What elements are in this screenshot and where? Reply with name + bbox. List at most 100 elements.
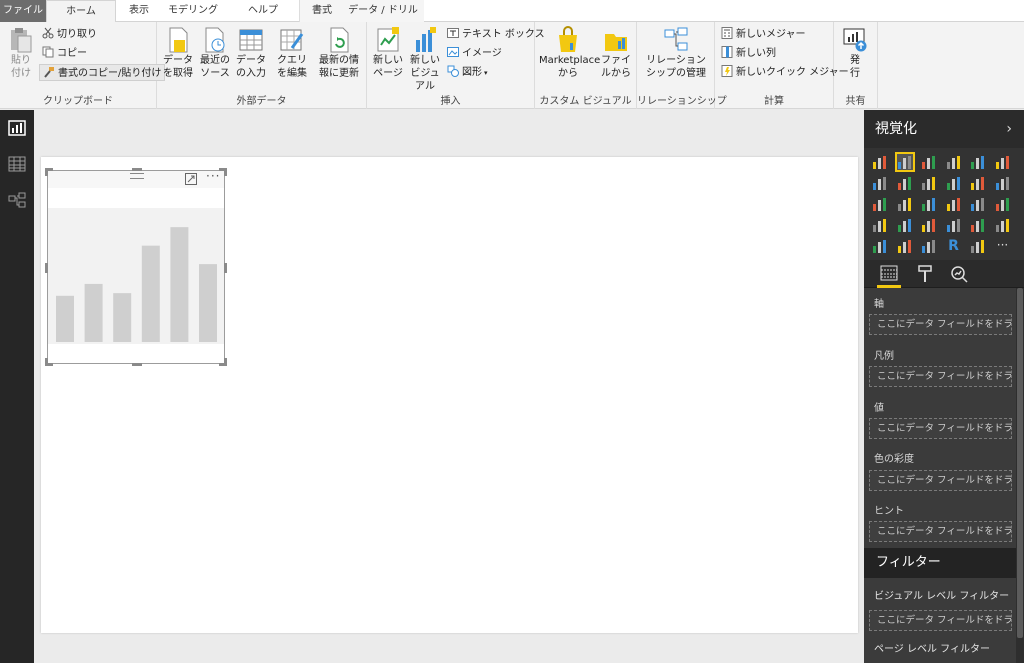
shapes-button[interactable]: 図形 ▾ [447,64,488,81]
tab-modeling[interactable]: モデリング [162,0,224,22]
new-quick-measure-button[interactable]: 新しいクイック メジャー [721,64,849,81]
placeholder-column-chart-visual[interactable]: ··· [45,168,227,366]
report-page[interactable]: ··· [41,157,858,633]
collapse-pane-icon[interactable]: › [1006,110,1012,148]
analytics-magnifier-icon[interactable] [950,265,968,286]
edit-queries-button[interactable]: クエリを編集 [274,26,310,80]
table-visual-icon[interactable] [897,238,913,254]
cut-label: 切り取り [57,29,97,40]
ribbon-chart-icon[interactable] [995,175,1011,191]
pane-scrollbar[interactable] [1016,288,1024,663]
filters-pane: ビジュアル レベル フィルター ここにデータ フィールドをドラッグ... ページ… [864,578,1016,663]
new-page-button[interactable]: 新しいページ [370,26,406,80]
kpi-icon[interactable] [995,217,1011,233]
cut-button[interactable]: 切り取り [42,26,97,43]
map-icon[interactable] [995,196,1011,212]
multi-row-card-icon[interactable] [970,217,986,233]
new-page-icon [376,26,400,52]
pie-chart-icon[interactable] [921,196,937,212]
fields-tab-icon[interactable] [880,265,898,284]
scatter-chart-icon[interactable] [897,196,913,212]
focus-mode-icon[interactable] [185,173,197,188]
resize-handle-tl-v[interactable] [45,168,48,176]
group-share: 発行 共有 [834,22,878,109]
waterfall-chart-icon[interactable] [872,196,888,212]
visual-level-filter-drop-zone[interactable]: ここにデータ フィールドをドラッグ... [869,610,1012,631]
paste-button[interactable]: 貼り付け [6,26,36,80]
resize-handle-bottom[interactable] [132,363,142,366]
report-canvas-area: ··· [34,110,864,663]
relationships-view-icon[interactable] [8,192,26,208]
100pct-bar-chart-icon[interactable] [970,154,986,170]
axis-drop-zone[interactable]: ここにデータ フィールドをドラッグ... [869,314,1012,335]
resize-handle-tr-v[interactable] [224,168,227,176]
quick-measure-icon [721,65,733,77]
resize-handle-left[interactable] [45,263,48,273]
slicer-icon[interactable] [872,238,888,254]
resize-handle-right[interactable] [224,263,227,273]
stacked-bar-chart-icon[interactable] [872,154,888,170]
card-icon[interactable] [946,217,962,233]
treemap-icon[interactable] [970,196,986,212]
copy-button[interactable]: コピー [42,45,87,62]
recent-sources-button[interactable]: 最近のソース [197,26,233,80]
drag-grip-icon[interactable] [130,173,144,179]
clustered-column-chart-icon[interactable] [894,152,915,172]
tooltips-drop-zone[interactable]: ここにデータ フィールドをドラッグ... [869,521,1012,542]
stacked-column-chart-icon[interactable] [946,154,962,170]
new-measure-button[interactable]: 新しいメジャー [721,26,806,43]
tab-file[interactable]: ファイル [0,0,46,22]
data-view-icon[interactable] [8,156,26,172]
values-drop-zone[interactable]: ここにデータ フィールドをドラッグ... [869,418,1012,439]
stacked-area-chart-icon[interactable] [921,175,937,191]
tab-help[interactable]: ヘルプ [236,0,290,22]
from-file-button[interactable]: ファイルから [601,26,631,80]
get-data-button[interactable]: データを取得 [160,26,196,80]
tab-view[interactable]: 表示 [116,0,162,22]
line-clustered-column-chart-icon[interactable] [970,175,986,191]
tab-data-drill[interactable]: データ / ドリル [346,0,420,22]
funnel-icon[interactable] [897,217,913,233]
resize-handle-br-v[interactable] [224,358,227,366]
clustered-bar-chart-icon[interactable] [921,154,937,170]
r-script-visual-icon[interactable]: R [946,238,962,254]
line-chart-icon[interactable] [872,175,888,191]
refresh-button[interactable]: 最新の情報に更新 [317,26,361,80]
database-icon [166,26,190,53]
new-column-button[interactable]: 新しい列 [721,45,776,62]
tab-format[interactable]: 書式 [302,0,342,22]
area-chart-icon[interactable] [897,175,913,191]
format-roller-icon[interactable] [916,265,934,286]
publish-icon [843,26,867,52]
gauge-icon[interactable] [921,217,937,233]
relationships-icon [664,26,688,52]
line-and-column-chart-icon[interactable] [946,175,962,191]
image-button[interactable]: イメージ [447,45,502,62]
matrix-icon[interactable] [921,238,937,254]
marketplace-button[interactable]: Marketplaceから [539,26,600,80]
100pct-column-chart-icon[interactable] [995,154,1011,170]
placeholder-bar [113,293,132,342]
more-options-icon[interactable]: ··· [206,169,220,183]
new-visual-button[interactable]: 新しいビジュアル [407,26,443,93]
color-saturation-drop-zone[interactable]: ここにデータ フィールドをドラッグ... [869,470,1012,491]
pane-scrollbar-thumb[interactable] [1017,288,1023,638]
legend-drop-zone[interactable]: ここにデータ フィールドをドラッグ... [869,366,1012,387]
enter-data-button[interactable]: データの入力 [234,26,268,80]
filled-map-icon[interactable] [872,217,888,233]
tab-home[interactable]: ホーム [46,0,116,23]
more-visuals-icon[interactable]: ··· [995,238,1011,254]
resize-handle-top[interactable] [132,168,142,171]
copy-label: コピー [57,48,87,59]
resize-handle-bl-v[interactable] [45,358,48,366]
text-box-button[interactable]: テキスト ボックス [447,26,545,43]
globe-map-icon[interactable] [970,238,986,254]
publish-button[interactable]: 発行 [840,26,870,80]
tooltips-label: ヒント [874,506,904,517]
donut-chart-icon[interactable] [946,196,962,212]
manage-relationships-button[interactable]: リレーションシップの管理 [644,26,708,80]
format-painter-button[interactable]: 書式のコピー/貼り付け [39,64,166,81]
report-view-icon[interactable] [8,120,26,136]
pane-subtabs [864,260,1024,288]
group-calculations: 新しいメジャー 新しい列 新しいクイック メジャー 計算 [715,22,849,109]
